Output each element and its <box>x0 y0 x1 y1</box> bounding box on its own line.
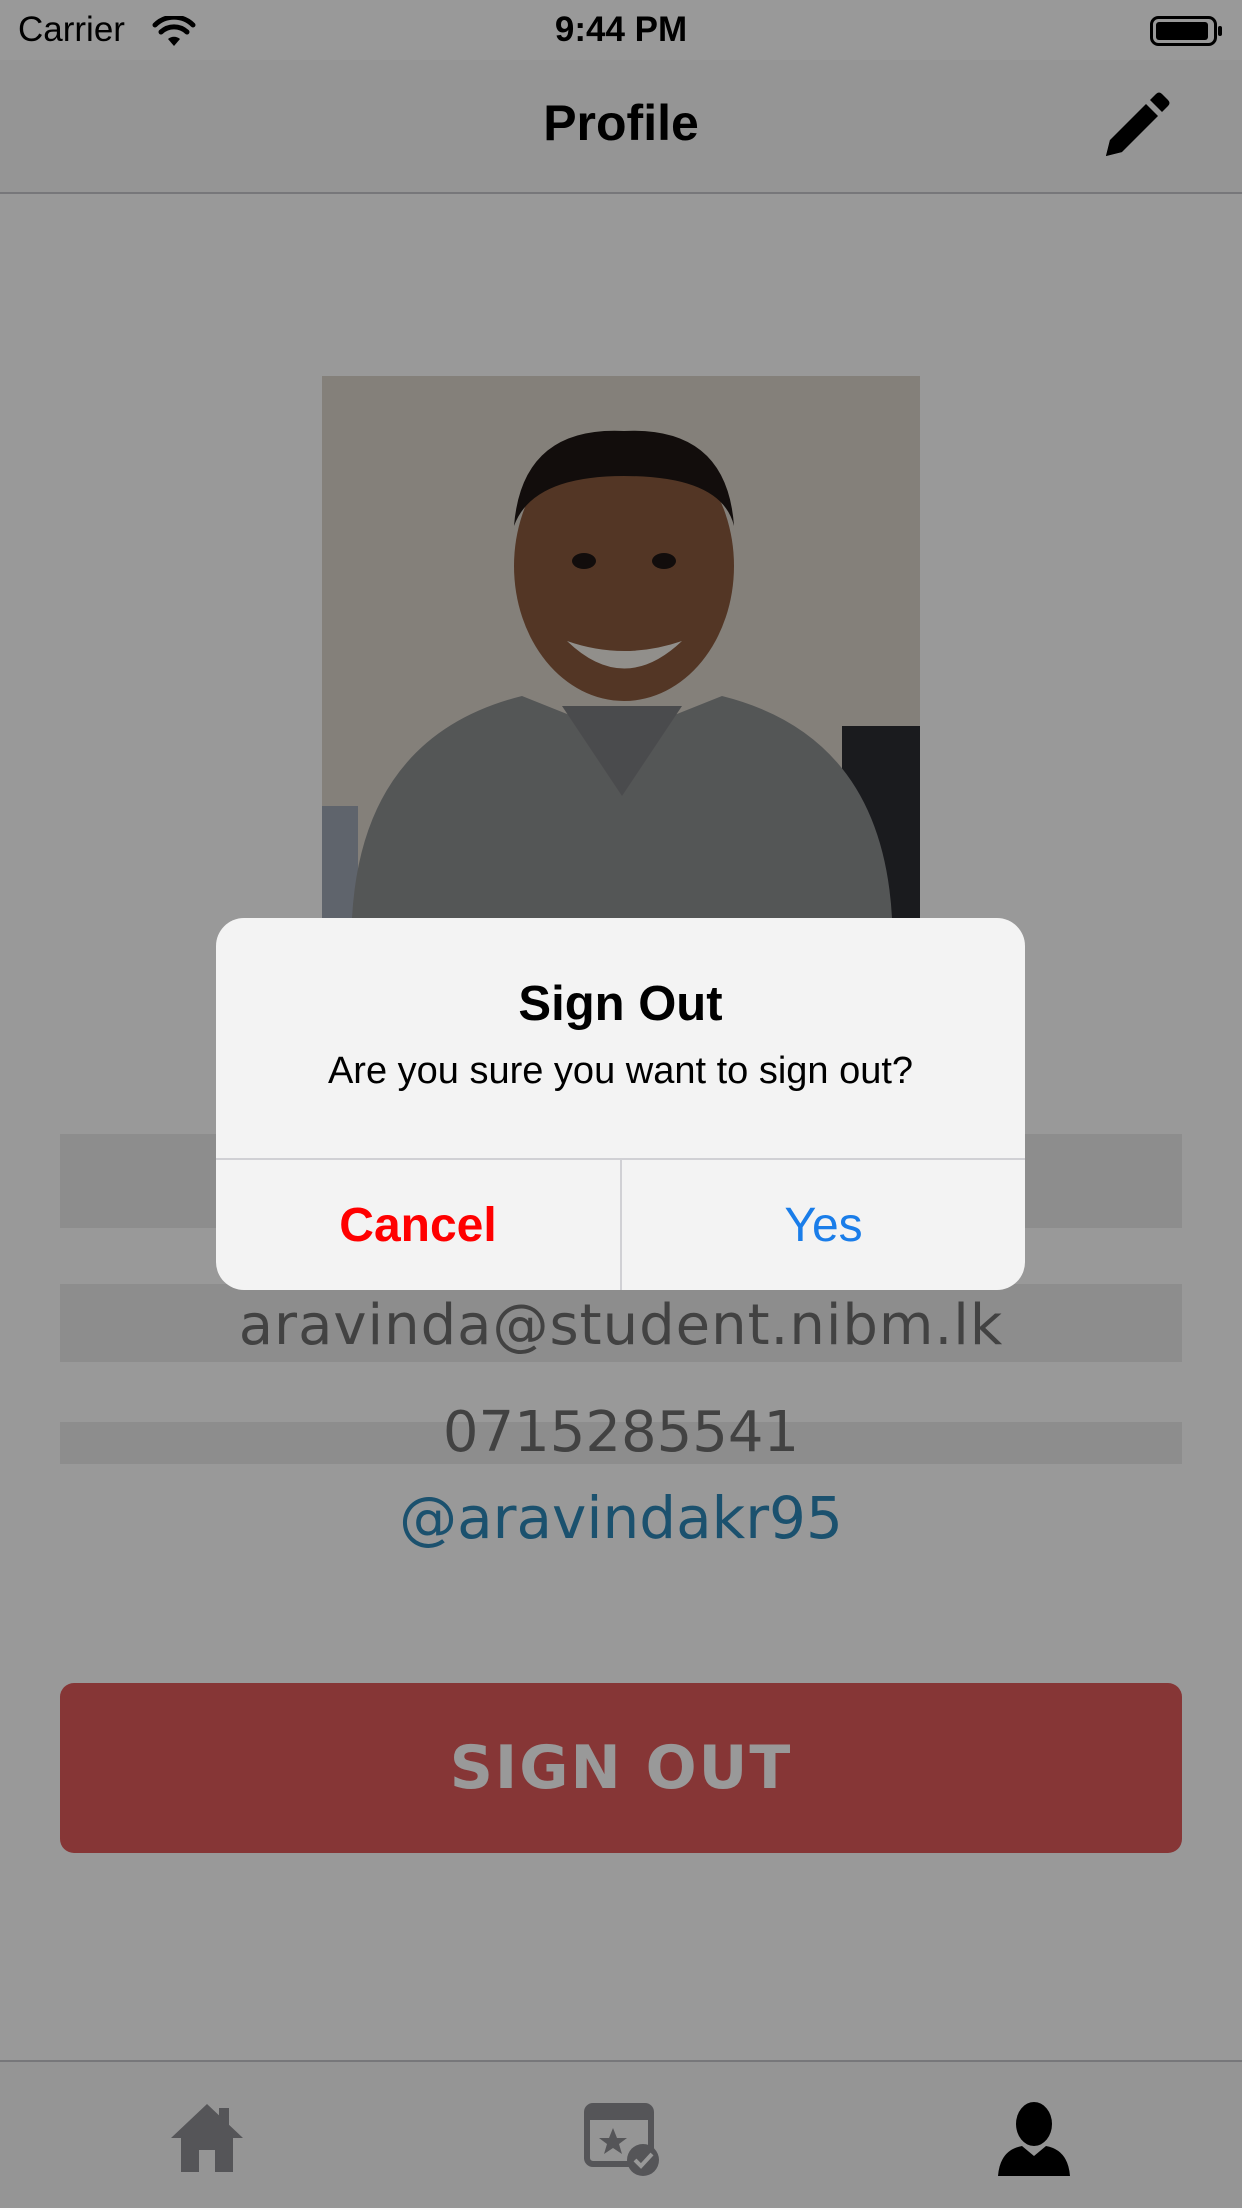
alert-message: Are you sure you want to sign out? <box>327 1050 914 1092</box>
sign-out-alert: Sign Out Are you sure you want to sign o… <box>216 918 1025 1290</box>
yes-button[interactable]: Yes <box>622 1160 1025 1290</box>
cancel-button[interactable]: Cancel <box>216 1160 620 1290</box>
alert-title: Sign Out <box>518 977 723 1031</box>
